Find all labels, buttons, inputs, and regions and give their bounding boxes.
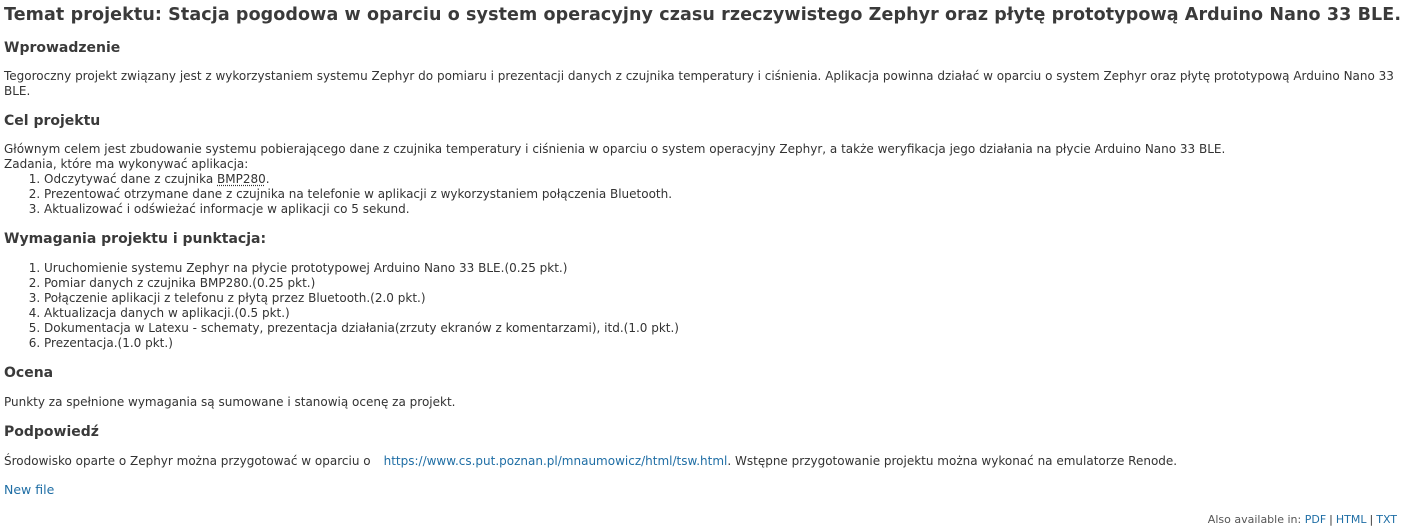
zephyr-guide-link[interactable]: https://www.cs.put.poznan.pl/mnaumowicz/…: [384, 454, 728, 468]
section-heading-goal: Cel projektu: [4, 113, 101, 129]
intro-paragraph: Tegoroczny projekt związany jest z wykor…: [4, 69, 1394, 98]
goal-paragraph: Głównym celem jest zbudowanie systemu po…: [4, 142, 1399, 172]
export-pdf-link[interactable]: PDF: [1305, 513, 1326, 526]
goal-text: Głównym celem jest zbudowanie systemu po…: [4, 142, 1226, 156]
section-heading-intro: Wprowadzenie: [4, 40, 121, 56]
section-heading-requirements: Wymagania projektu i punktacja:: [4, 231, 267, 247]
tasks-list: Odczytywać dane z czujnika BMP280. Preze…: [4, 172, 1399, 217]
hint-text-after: . Wstępne przygotowanie projektu można w…: [727, 454, 1178, 468]
export-html-link[interactable]: HTML: [1336, 513, 1367, 526]
requirements-list: Uruchomienie systemu Zephyr na płycie pr…: [4, 261, 1399, 351]
export-formats: Also available in: PDF | HTML | TXT: [1207, 513, 1397, 526]
task-item: Prezentować otrzymane dane z czujnika na…: [44, 187, 1399, 202]
section-heading-grading: Ocena: [4, 365, 54, 381]
new-file-link[interactable]: New file: [4, 482, 54, 497]
wiki-page: Temat projektu: Stacja pogodowa w oparci…: [0, 0, 1403, 498]
export-txt-link[interactable]: TXT: [1376, 513, 1397, 526]
page-title: Temat projektu: Stacja pogodowa w oparci…: [4, 5, 1402, 25]
grading-paragraph: Punkty za spełnione wymagania są sumowan…: [4, 395, 456, 409]
requirement-item: Aktualizacja danych w aplikacji.(0.5 pkt…: [44, 306, 1399, 321]
requirement-item: Uruchomienie systemu Zephyr na płycie pr…: [44, 261, 1399, 276]
requirement-item: Połączenie aplikacji z telefonu z płytą …: [44, 291, 1399, 306]
requirement-item: Prezentacja.(1.0 pkt.): [44, 336, 1399, 351]
hint-paragraph: Środowisko oparte o Zephyr można przygot…: [4, 454, 1399, 469]
section-heading-hint: Podpowiedź: [4, 424, 99, 440]
tasks-intro: Zadania, które ma wykonywać aplikacja:: [4, 157, 249, 171]
task-item: Odczytywać dane z czujnika BMP280.: [44, 172, 1399, 187]
bmp280-abbr: BMP280: [217, 172, 266, 186]
export-label: Also available in:: [1207, 513, 1302, 526]
task-item: Aktualizować i odświeżać informacje w ap…: [44, 202, 1399, 217]
requirement-item: Dokumentacja w Latexu - schematy, prezen…: [44, 321, 1399, 336]
hint-text-before: Środowisko oparte o Zephyr można przygot…: [4, 454, 371, 468]
requirement-item: Pomiar danych z czujnika BMP280.(0.25 pk…: [44, 276, 1399, 291]
